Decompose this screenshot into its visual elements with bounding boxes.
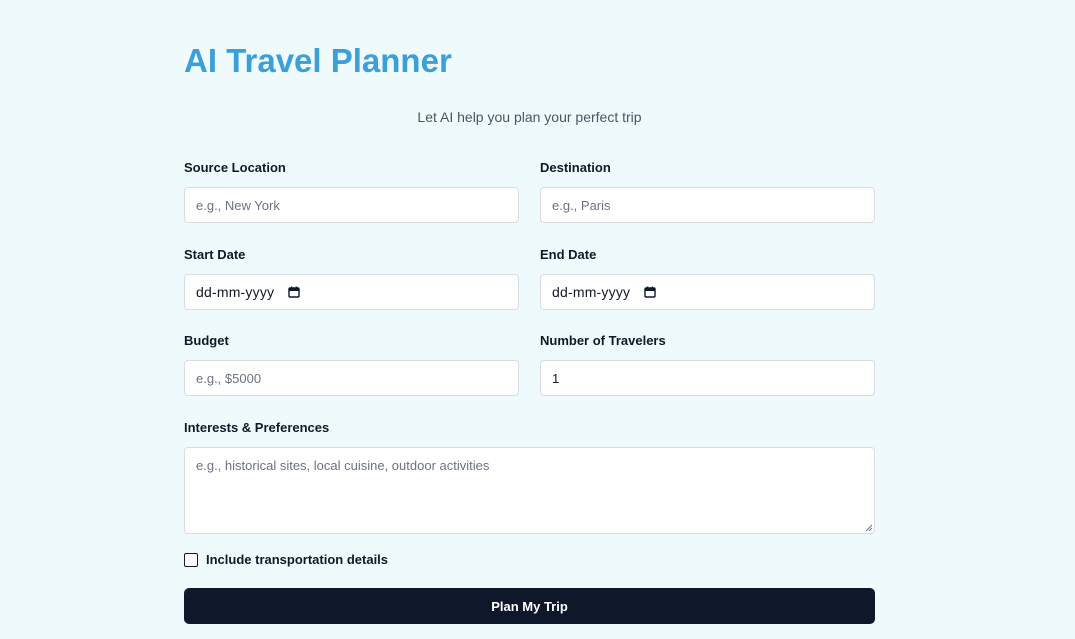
budget-field: Budget xyxy=(184,332,519,396)
travelers-field: Number of Travelers xyxy=(540,332,875,396)
plan-trip-button[interactable]: Plan My Trip xyxy=(184,588,875,624)
interests-label: Interests & Preferences xyxy=(184,420,330,435)
destination-label: Destination xyxy=(540,160,611,175)
start-date-value: dd-mm-yyyy xyxy=(196,284,275,300)
start-date-label: Start Date xyxy=(184,247,246,262)
interests-field: Interests & Preferences xyxy=(184,419,875,534)
end-date-input[interactable]: dd-mm-yyyy xyxy=(540,274,875,310)
source-location-label: Source Location xyxy=(184,160,286,175)
start-date-input[interactable]: dd-mm-yyyy xyxy=(184,274,519,310)
calendar-icon[interactable] xyxy=(644,286,656,298)
destination-input[interactable] xyxy=(540,187,875,223)
end-date-value: dd-mm-yyyy xyxy=(552,284,631,300)
transport-checkbox-row[interactable]: Include transportation details xyxy=(184,551,388,569)
calendar-icon[interactable] xyxy=(288,286,300,298)
destination-field: Destination xyxy=(540,159,875,223)
page-subtitle: Let AI help you plan your perfect trip xyxy=(417,109,642,125)
source-location-field: Source Location xyxy=(184,159,519,223)
interests-textarea[interactable] xyxy=(184,447,875,534)
travelers-label: Number of Travelers xyxy=(540,333,666,348)
resize-grip-icon[interactable] xyxy=(865,524,873,532)
transport-checkbox-label[interactable]: Include transportation details xyxy=(206,551,388,569)
start-date-field: Start Date dd-mm-yyyy xyxy=(184,246,519,310)
end-date-label: End Date xyxy=(540,247,597,262)
transport-checkbox[interactable] xyxy=(184,553,198,567)
source-location-input[interactable] xyxy=(184,187,519,223)
page-title: AI Travel Planner xyxy=(184,42,452,79)
budget-label: Budget xyxy=(184,333,229,348)
end-date-field: End Date dd-mm-yyyy xyxy=(540,246,875,310)
budget-input[interactable] xyxy=(184,360,519,396)
travelers-input[interactable] xyxy=(540,360,875,396)
